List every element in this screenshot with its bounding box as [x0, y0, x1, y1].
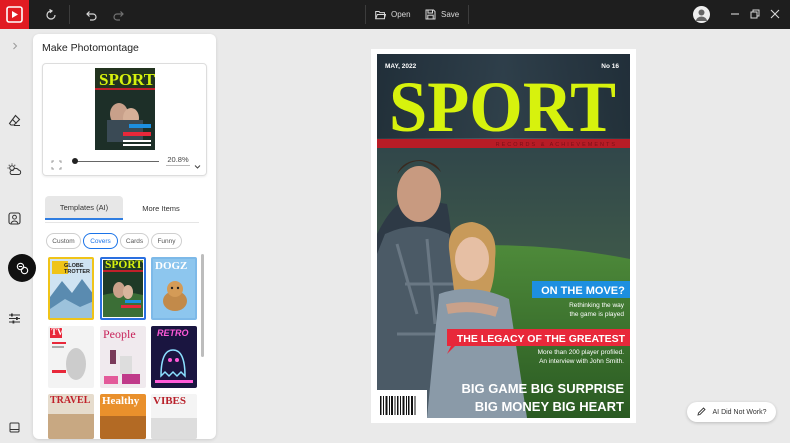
ai-did-not-work-button[interactable]: AI Did Not Work?: [687, 402, 776, 422]
undo-button[interactable]: [85, 5, 97, 24]
tabs-divider: [45, 222, 199, 223]
open-button[interactable]: Open: [375, 5, 411, 24]
thumbnail-scrollbar[interactable]: [201, 254, 204, 357]
ai-button-label: AI Did Not Work?: [712, 408, 767, 416]
weather-icon[interactable]: [5, 160, 24, 179]
masthead: MAY, 2022 No 16 SPORT RECORDS & ACHIEVEM…: [377, 54, 630, 148]
preview-cover-image: SPORT: [95, 68, 155, 150]
redo-rotate-icon: [45, 8, 57, 21]
thumbnail-label: Healthy: [102, 395, 140, 407]
filter-funny[interactable]: Funny: [151, 233, 182, 249]
tool-rail: [0, 29, 29, 443]
sliders-icon[interactable]: [5, 309, 24, 328]
preview-box: SPORT 20.8%: [42, 63, 207, 176]
user-icon[interactable]: [693, 6, 710, 23]
photomontage-icon[interactable]: [8, 254, 36, 282]
template-thumbnail[interactable]: Healthy: [100, 394, 146, 439]
toolbar-divider: [69, 5, 70, 24]
restore-icon[interactable]: [747, 6, 763, 22]
panel-title: Make Photomontage: [42, 42, 139, 54]
magazine-cover: ON THE MOVE? Rethinking the way the game…: [371, 49, 636, 423]
template-thumbnail[interactable]: RETRO: [151, 326, 197, 388]
thumbnail-label: People: [103, 327, 136, 341]
cover-banner: RECORDS & ACHIEVEMENTS: [496, 142, 617, 148]
template-thumbnail[interactable]: GLOBE TROTTER: [48, 257, 94, 320]
tab-more-items[interactable]: More Items: [123, 196, 199, 220]
template-thumbnail[interactable]: VIBES: [151, 394, 197, 439]
thumbnail-label: GLOBE TROTTER: [64, 263, 90, 275]
fit-icon[interactable]: [51, 157, 62, 175]
cover-masthead: SPORT: [389, 67, 616, 147]
cover-canvas[interactable]: ON THE MOVE? Rethinking the way the game…: [377, 54, 630, 418]
zoom-slider-handle[interactable]: [72, 158, 78, 164]
cover-headline-1: ON THE MOVE?: [541, 285, 625, 297]
undo-icon: [85, 9, 97, 21]
toolbar-divider: [365, 5, 366, 24]
thumbnail-label: VIBES: [153, 395, 187, 407]
save-button[interactable]: Save: [425, 5, 459, 24]
top-bar: Open Save: [0, 0, 790, 29]
gallery-icon[interactable]: [5, 418, 24, 437]
template-tabs: Templates (AI) More Items: [45, 196, 199, 223]
tab-templates-ai[interactable]: Templates (AI): [45, 196, 123, 220]
cover-headline-2: THE LEGACY OF THE GREATEST: [457, 333, 626, 345]
filter-custom[interactable]: Custom: [46, 233, 81, 249]
zoom-value[interactable]: 20.8%: [166, 155, 190, 166]
minimize-icon[interactable]: [727, 6, 743, 22]
template-thumbnail[interactable]: People: [100, 326, 146, 388]
chevron-down-icon[interactable]: [194, 157, 201, 175]
portrait-icon[interactable]: [5, 209, 24, 228]
filter-covers[interactable]: Covers: [83, 233, 118, 249]
rotate-button[interactable]: [45, 5, 57, 24]
cover-sub-1-line-2: the game is played: [569, 311, 624, 318]
save-label: Save: [441, 10, 460, 19]
template-thumbnail-selected[interactable]: SPORT: [100, 257, 146, 320]
template-thumbnail[interactable]: DOGZ: [151, 257, 197, 320]
cover-bottom-line-1: BIG GAME BIG SURPRISE: [461, 381, 624, 396]
save-icon: [425, 9, 436, 20]
thumbnail-label: SPORT: [105, 259, 143, 271]
pen-icon: [696, 406, 706, 418]
zoom-slider[interactable]: [74, 161, 159, 162]
open-label: Open: [391, 10, 411, 19]
chevron-right-icon[interactable]: [5, 36, 24, 55]
template-thumbnail[interactable]: TV: [48, 326, 94, 388]
folder-open-icon: [375, 10, 386, 20]
thumbnail-label: TV: [51, 327, 64, 337]
close-icon[interactable]: [767, 6, 783, 22]
svg-text:SPORT: SPORT: [99, 70, 155, 89]
thumbnail-label: DOGZ: [155, 260, 188, 272]
thumbnail-label: RETRO: [157, 328, 189, 338]
eraser-icon[interactable]: [5, 111, 24, 130]
thumbnail-label: TRAVEL: [50, 395, 91, 406]
cover-sub-2-line-2: An interview with John Smith.: [539, 358, 624, 365]
cover-sub-2-line-1: More than 200 player profiled.: [538, 349, 625, 356]
app-logo-icon: [0, 0, 29, 29]
cover-sub-1-line-1: Rethinking the way: [569, 302, 625, 309]
toolbar-divider: [468, 5, 469, 24]
redo-button[interactable]: [113, 5, 125, 24]
template-thumbnail[interactable]: TRAVEL: [48, 394, 94, 439]
filter-cards[interactable]: Cards: [120, 233, 149, 249]
photomontage-panel: Make Photomontage SPORT 20.8% Templates …: [33, 34, 216, 439]
redo-icon: [113, 9, 125, 21]
cover-bottom-line-2: BIG MONEY BIG HEART: [475, 399, 624, 414]
